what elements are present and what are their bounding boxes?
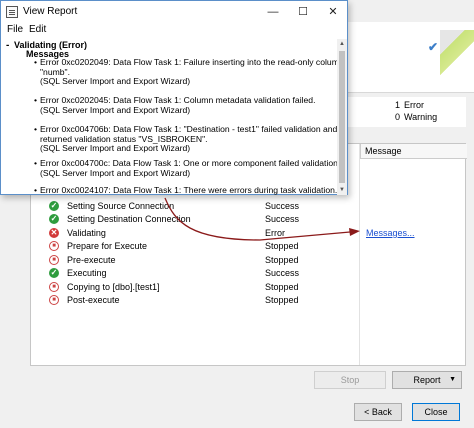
error-message: Error 0xc004706b: Data Flow Task 1: "Des… (40, 124, 338, 154)
table-row: ■ Post-execute Stopped (45, 294, 465, 307)
warning-count: 0 (394, 112, 400, 122)
row-status: Stopped (265, 282, 299, 292)
row-action: Post-execute (67, 295, 120, 305)
row-action: Validating (67, 228, 106, 238)
summary-warning-row: 0 Warning (348, 111, 466, 124)
success-icon: ✓ (49, 201, 59, 211)
bullet-icon: • (34, 95, 38, 105)
minimize-icon[interactable]: — (263, 4, 283, 20)
row-status: Success (265, 201, 300, 211)
success-icon: ✓ (49, 268, 59, 278)
messages-link[interactable]: Messages... (366, 227, 415, 240)
collapse-toggle[interactable]: - (6, 40, 9, 51)
dropdown-arrow-icon: ▼ (449, 376, 456, 383)
stopped-icon: ■ (49, 255, 59, 265)
maximize-icon[interactable]: ☐ (293, 4, 313, 20)
menu-file[interactable]: File (7, 24, 23, 35)
summary-panel: 1 Error 0 Warning (348, 97, 466, 127)
table-row: ✓ Setting Destination Connection Success (45, 213, 465, 226)
menu-bar: File Edit (1, 23, 347, 38)
vertical-scrollbar[interactable]: ▲ ▼ (337, 39, 347, 195)
scroll-up-icon[interactable]: ▲ (337, 39, 347, 49)
checkmark-icon: ✔ (428, 40, 439, 54)
table-row: ■ Copying to [dbo].[test1] Stopped (45, 281, 465, 294)
view-report-window: View Report — ☐ ✕ File Edit - Validating… (0, 0, 348, 195)
row-status: Success (265, 214, 300, 224)
message-column-header[interactable]: Message (365, 146, 402, 156)
stopped-icon: ■ (49, 241, 59, 251)
title-bar[interactable]: View Report — ☐ ✕ (1, 1, 347, 23)
table-row: ✓ Setting Source Connection Success (45, 200, 465, 213)
row-action: Setting Destination Connection (67, 214, 191, 224)
back-button[interactable]: < Back (354, 403, 402, 421)
warning-label: Warning (404, 112, 438, 122)
table-row: ✕ Validating Error Messages... (45, 227, 465, 240)
row-action: Copying to [dbo].[test1] (67, 282, 160, 292)
table-row: ■ Pre-execute Stopped (45, 254, 465, 267)
table-row: ✓ Executing Success (45, 267, 465, 280)
grid-header: Message (360, 144, 467, 159)
close-window-icon[interactable]: ✕ (323, 4, 343, 20)
wizard-banner-graphic (440, 30, 474, 78)
error-message: Error 0xc0202049: Data Flow Task 1: Fail… (40, 57, 344, 87)
report-button[interactable]: Report ▼ (392, 371, 462, 389)
error-message: Error 0xc0202045: Data Flow Task 1: Colu… (40, 95, 316, 115)
scroll-thumb[interactable] (339, 51, 345, 183)
report-app-icon (6, 6, 18, 18)
row-action: Setting Source Connection (67, 201, 175, 211)
window-title: View Report (23, 6, 78, 17)
close-button[interactable]: Close (412, 403, 460, 421)
row-status: Stopped (265, 255, 299, 265)
row-action: Pre-execute (67, 255, 116, 265)
row-status: Error (265, 228, 285, 238)
error-message: Error 0xc0024107: Data Flow Task 1: Ther… (40, 185, 338, 195)
bullet-icon: • (34, 57, 38, 67)
stopped-icon: ■ (49, 295, 59, 305)
row-status: Stopped (265, 241, 299, 251)
scroll-down-icon[interactable]: ▼ (337, 185, 347, 195)
bullet-icon: • (34, 185, 38, 195)
report-button-label: Report (413, 375, 441, 385)
stopped-icon: ■ (49, 282, 59, 292)
row-status: Stopped (265, 295, 299, 305)
stop-button[interactable]: Stop (314, 371, 386, 389)
report-content[interactable]: - Validating (Error) Messages • Error 0x… (4, 39, 348, 195)
row-status: Success (265, 268, 300, 278)
row-action: Prepare for Execute (67, 241, 148, 251)
success-icon: ✓ (49, 214, 59, 224)
error-icon: ✕ (49, 228, 59, 238)
row-action: Executing (67, 268, 107, 278)
error-message: Error 0xc004700c: Data Flow Task 1: One … (40, 158, 341, 178)
menu-edit[interactable]: Edit (29, 24, 46, 35)
bullet-icon: • (34, 158, 38, 168)
bullet-icon: • (34, 124, 38, 134)
table-row: ■ Prepare for Execute Stopped (45, 240, 465, 253)
